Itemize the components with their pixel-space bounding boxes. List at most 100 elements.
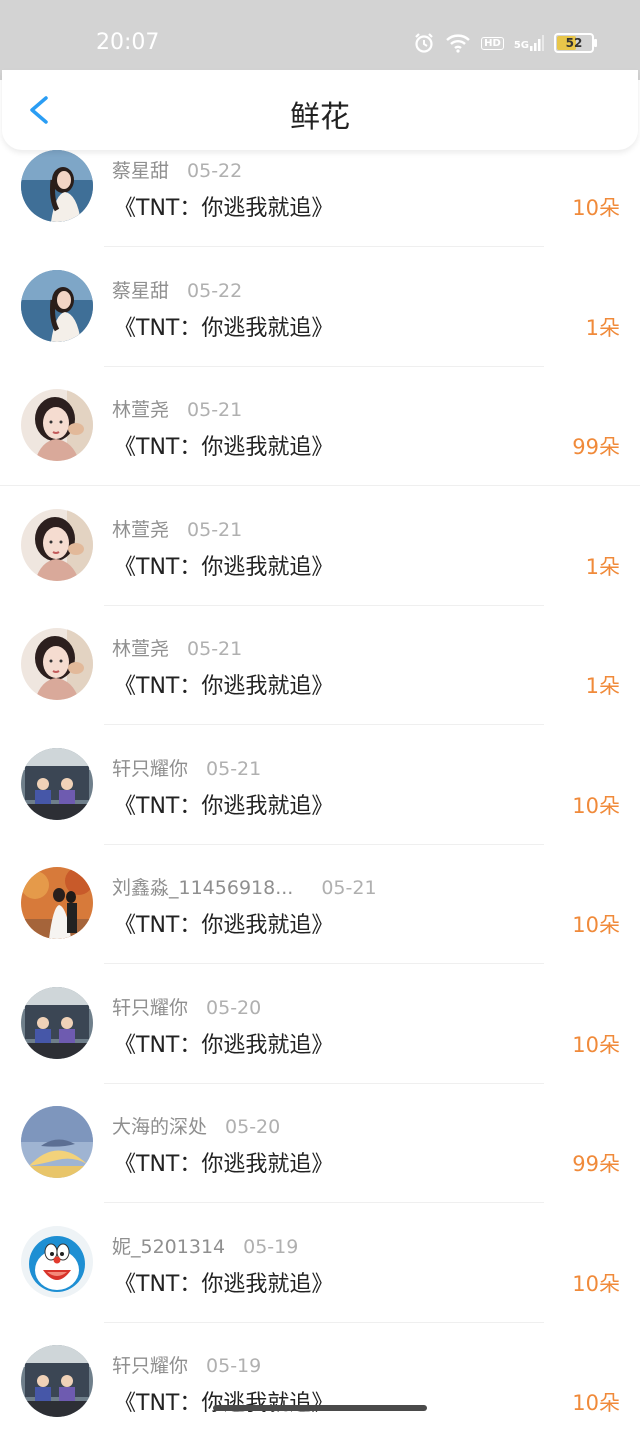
sender-line: 大海的深处 05-20 — [112, 1112, 280, 1139]
book-title[interactable]: 《TNT：你逃我就追》 — [114, 668, 333, 700]
status-bar: 20:07 HD 5G 52 — [0, 0, 640, 80]
gift-date: 05-21 — [187, 399, 243, 421]
book-title[interactable]: 《TNT：你逃我就追》 — [114, 310, 333, 342]
row-divider — [0, 485, 640, 486]
sender-line: 轩只耀你 05-19 — [112, 1351, 261, 1378]
sender-line: 轩只耀你 05-20 — [112, 993, 261, 1020]
wifi-icon — [445, 33, 471, 53]
avatar[interactable] — [21, 1345, 93, 1417]
status-icons: HD 5G 52 — [413, 30, 597, 56]
row-divider — [104, 246, 544, 247]
flower-count: 99朵 — [572, 1152, 620, 1176]
book-title[interactable]: 《TNT：你逃我就追》 — [114, 1385, 333, 1417]
book-title[interactable]: 《TNT：你逃我就追》 — [114, 907, 333, 939]
hd-icon: HD — [481, 36, 504, 50]
row-divider — [104, 963, 544, 964]
row-divider — [104, 605, 544, 606]
sender-name[interactable]: 妮_5201314 — [112, 1232, 225, 1259]
avatar[interactable] — [21, 270, 93, 342]
sender-name[interactable]: 林萱尧 — [112, 395, 169, 422]
list-item[interactable]: 妮_5201314 05-19 《TNT：你逃我就追》 10朵 — [0, 1212, 640, 1332]
flower-count: 10朵 — [572, 1272, 620, 1296]
sender-line: 林萱尧 05-21 — [112, 395, 242, 422]
book-title[interactable]: 《TNT：你逃我就追》 — [114, 549, 333, 581]
sender-line: 妮_5201314 05-19 — [112, 1232, 298, 1259]
gift-date: 05-20 — [225, 1116, 281, 1138]
avatar[interactable] — [21, 987, 93, 1059]
alarm-icon — [413, 32, 435, 54]
avatar[interactable] — [21, 1106, 93, 1178]
sender-line: 林萱尧 05-21 — [112, 634, 242, 661]
sender-name[interactable]: 轩只耀你 — [112, 1351, 188, 1378]
avatar[interactable] — [21, 867, 93, 939]
sender-line: 林萱尧 05-21 — [112, 515, 242, 542]
book-title[interactable]: 《TNT：你逃我就追》 — [114, 190, 333, 222]
page-title: 鲜花 — [290, 100, 350, 135]
list-item[interactable]: 林萱尧 05-21 《TNT：你逃我就追》 99朵 — [0, 375, 640, 495]
avatar[interactable] — [21, 150, 93, 222]
avatar[interactable] — [21, 628, 93, 700]
avatar[interactable] — [21, 389, 93, 461]
flower-count: 10朵 — [572, 794, 620, 818]
avatar[interactable] — [21, 509, 93, 581]
sender-line: 轩只耀你 05-21 — [112, 754, 261, 781]
row-divider — [104, 724, 544, 725]
book-title[interactable]: 《TNT：你逃我就追》 — [114, 1266, 333, 1298]
row-divider — [104, 844, 544, 845]
list-item[interactable]: 轩只耀你 05-21 《TNT：你逃我就追》 10朵 — [0, 734, 640, 854]
status-time: 20:07 — [96, 30, 160, 55]
row-divider — [104, 1202, 544, 1203]
book-title[interactable]: 《TNT：你逃我就追》 — [114, 1027, 333, 1059]
sender-name[interactable]: 刘鑫淼_11456918... — [112, 873, 293, 900]
list-item[interactable]: 轩只耀你 05-19 《TNT：你逃我就追》 10朵 — [0, 1331, 640, 1451]
sender-name[interactable]: 林萱尧 — [112, 634, 169, 661]
sender-name[interactable]: 蔡星甜 — [112, 156, 169, 183]
sender-name[interactable]: 林萱尧 — [112, 515, 169, 542]
gift-date: 05-19 — [243, 1236, 299, 1258]
sender-line: 蔡星甜 05-22 — [112, 276, 242, 303]
network-type-label: 5G — [513, 40, 529, 51]
list-item[interactable]: 林萱尧 05-21 《TNT：你逃我就追》 1朵 — [0, 495, 640, 615]
list-item[interactable]: 刘鑫淼_11456918... 05-21 《TNT：你逃我就追》 10朵 — [0, 853, 640, 973]
sender-name[interactable]: 轩只耀你 — [112, 993, 188, 1020]
gift-date: 05-19 — [206, 1355, 262, 1377]
list-item[interactable]: 林萱尧 05-21 《TNT：你逃我就追》 1朵 — [0, 614, 640, 734]
sender-line: 刘鑫淼_11456918... 05-21 — [112, 873, 377, 900]
gift-date: 05-22 — [187, 160, 243, 182]
flower-count: 10朵 — [572, 196, 620, 220]
flower-count: 10朵 — [572, 1391, 620, 1415]
flower-count: 10朵 — [572, 1033, 620, 1057]
sender-name[interactable]: 蔡星甜 — [112, 276, 169, 303]
gift-date: 05-21 — [321, 877, 377, 899]
gift-date: 05-22 — [187, 280, 243, 302]
gift-date: 05-21 — [187, 638, 243, 660]
avatar[interactable] — [21, 748, 93, 820]
flower-count: 99朵 — [572, 435, 620, 459]
book-title[interactable]: 《TNT：你逃我就追》 — [114, 788, 333, 820]
avatar[interactable] — [21, 1226, 93, 1298]
book-title[interactable]: 《TNT：你逃我就追》 — [114, 429, 333, 461]
sender-line: 蔡星甜 05-22 — [112, 156, 242, 183]
battery-level: 52 — [565, 36, 583, 50]
navigation-bar: 鲜花 — [2, 70, 638, 150]
list-item[interactable]: 蔡星甜 05-22 《TNT：你逃我就追》 10朵 — [0, 136, 640, 256]
gift-date: 05-21 — [206, 758, 262, 780]
flower-count: 1朵 — [585, 316, 620, 340]
book-title[interactable]: 《TNT：你逃我就追》 — [114, 1146, 333, 1178]
list-item[interactable]: 大海的深处 05-20 《TNT：你逃我就追》 99朵 — [0, 1092, 640, 1212]
flower-count: 1朵 — [585, 674, 620, 698]
row-divider — [104, 1083, 544, 1084]
sender-name[interactable]: 大海的深处 — [112, 1112, 207, 1139]
row-divider — [104, 366, 544, 367]
row-divider — [104, 1322, 544, 1323]
list-item[interactable]: 轩只耀你 05-20 《TNT：你逃我就追》 10朵 — [0, 973, 640, 1093]
home-indicator[interactable] — [213, 1405, 427, 1411]
battery-icon: 52 — [554, 33, 597, 53]
sender-name[interactable]: 轩只耀你 — [112, 754, 188, 781]
list-item[interactable]: 蔡星甜 05-22 《TNT：你逃我就追》 1朵 — [0, 256, 640, 376]
flower-count: 1朵 — [585, 555, 620, 579]
signal-icon: 5G — [514, 35, 544, 51]
gift-date: 05-21 — [187, 519, 243, 541]
gift-date: 05-20 — [206, 997, 262, 1019]
flower-count: 10朵 — [572, 913, 620, 937]
